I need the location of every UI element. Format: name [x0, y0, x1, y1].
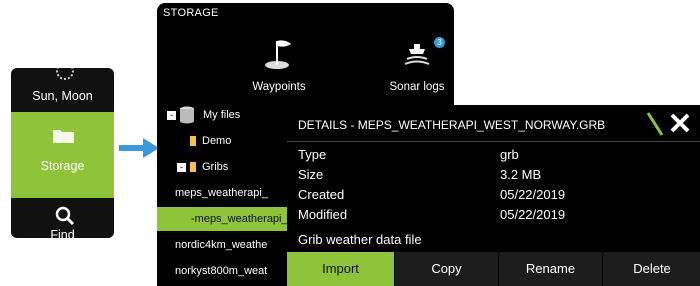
side-menu: Sun, Moon Storage Find [11, 68, 114, 238]
collapse-icon[interactable]: - [167, 111, 176, 120]
tile-label: Sonar logs [389, 81, 445, 93]
panel-title: STORAGE [163, 7, 219, 19]
menu-item-find[interactable]: Find [11, 198, 114, 238]
dialog-header: DETAILS - MEPS_WEATHERAPI_WEST_NORWAY.GR… [287, 105, 700, 141]
dialog-button-bar: Import Copy Rename Delete [287, 252, 700, 286]
folder-icon [190, 162, 196, 172]
tree-label: Demo [202, 135, 232, 147]
divider-slash-icon [646, 112, 664, 136]
menu-item-label: Find [50, 228, 75, 238]
detail-value: 05/22/2019 [500, 207, 566, 222]
menu-item-storage[interactable]: Storage [11, 112, 114, 198]
detail-row-created: Created 05/22/2019 [298, 187, 688, 207]
detail-key: Created [298, 187, 345, 202]
detail-row-size: Size 3.2 MB [298, 167, 688, 187]
detail-key: Type [298, 147, 327, 162]
magnifier-icon [55, 206, 75, 226]
database-icon [180, 106, 194, 124]
tile-sonar-logs[interactable]: 3 Sonar logs [357, 31, 454, 95]
menu-item-label: Storage [40, 159, 85, 173]
detail-row-type: Type grb [298, 147, 688, 167]
detail-key: Size [298, 167, 324, 182]
import-button[interactable]: Import [287, 252, 394, 286]
file-description: Grib weather data file [298, 232, 422, 247]
menu-item-label: Sun, Moon [32, 89, 93, 103]
detail-row-modified: Modified 05/22/2019 [298, 207, 688, 227]
sun-moon-icon [56, 68, 74, 80]
sonar-boat-icon [404, 44, 430, 65]
tree-label: nordic4km_weathe [175, 239, 268, 251]
detail-key: Modified [298, 207, 348, 222]
tree-label: norkyst800m_weat [175, 265, 268, 277]
waypoint-flag-icon [265, 40, 291, 69]
tree-label: My files [203, 109, 241, 121]
divider [287, 141, 700, 142]
tree-label: Gribs [202, 161, 229, 173]
tree-label: meps_weatherapi_ [175, 187, 268, 199]
folder-icon [53, 130, 74, 143]
arrow-right-icon [119, 138, 159, 158]
collapse-icon[interactable]: - [177, 163, 186, 172]
details-dialog: DETAILS - MEPS_WEATHERAPI_WEST_NORWAY.GR… [287, 105, 700, 286]
count-badge: 3 [434, 37, 445, 48]
menu-item-sun-moon[interactable]: Sun, Moon [11, 68, 114, 112]
close-icon[interactable] [669, 112, 691, 134]
detail-value: grb [500, 147, 519, 162]
tile-label: Waypoints [252, 81, 306, 93]
delete-button[interactable]: Delete [602, 252, 700, 286]
copy-button[interactable]: Copy [394, 252, 498, 286]
detail-value: 3.2 MB [500, 167, 542, 182]
rename-button[interactable]: Rename [498, 252, 602, 286]
detail-value: 05/22/2019 [500, 187, 566, 202]
dialog-title: DETAILS - MEPS_WEATHERAPI_WEST_NORWAY.GR… [298, 118, 606, 132]
tile-waypoints[interactable]: Waypoints [219, 31, 339, 95]
tree-label: -meps_weatherapi_ [191, 213, 288, 225]
folder-icon [190, 136, 196, 146]
